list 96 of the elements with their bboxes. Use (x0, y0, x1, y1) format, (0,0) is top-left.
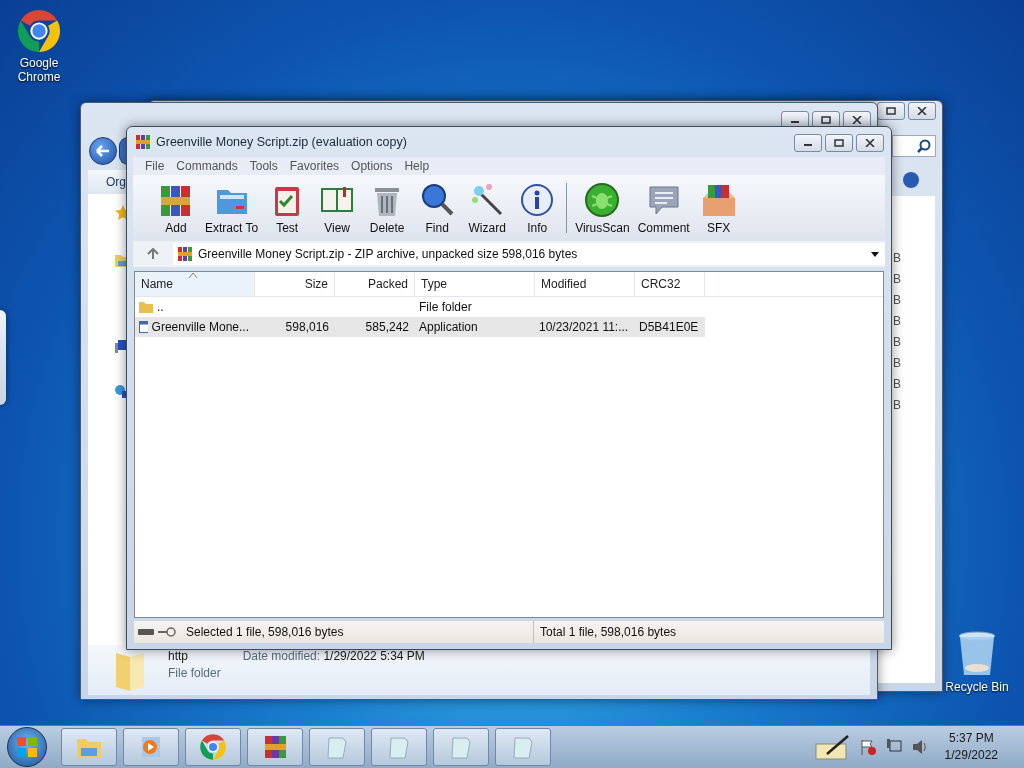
column-header[interactable]: Type (415, 272, 535, 296)
speaker-icon (910, 738, 929, 756)
window-title: Greenville Money Script.zip (evaluation copy) (156, 135, 407, 149)
toolbar-button[interactable]: Extract To (201, 181, 263, 235)
chrome-logo-icon (16, 8, 62, 54)
clock-date: 1/29/2022 (944, 747, 998, 764)
menu-item[interactable]: Options (345, 159, 399, 173)
application-icon (139, 321, 148, 333)
close-button[interactable] (856, 134, 884, 152)
taskbar-button[interactable] (495, 728, 551, 766)
table-cell: 585,242 (365, 320, 409, 334)
maximize-icon (821, 116, 831, 124)
flag-error-icon (858, 738, 877, 756)
close-icon (852, 116, 862, 124)
column-header[interactable]: Size (255, 272, 335, 296)
file-name: http (168, 649, 189, 663)
toolbar-button[interactable]: View (312, 181, 363, 235)
status-text: Total 1 file, 598,016 bytes (539, 625, 677, 639)
close-icon (865, 139, 875, 147)
maximize-button[interactable] (825, 134, 853, 152)
table-cell: Application (419, 320, 478, 334)
taskbar-button[interactable] (247, 728, 303, 766)
status-text: Selected 1 file, 598,016 bytes (185, 625, 344, 639)
taskbar-button[interactable] (61, 728, 117, 766)
magnifier-icon (419, 181, 456, 218)
info-icon (519, 181, 556, 218)
table-cell: D5B41E0E (639, 320, 699, 334)
search-field[interactable] (892, 135, 936, 157)
archive-books-icon (135, 134, 151, 150)
back-button[interactable] (89, 137, 117, 165)
menu-item[interactable]: Tools (243, 159, 284, 173)
taskbar-button[interactable] (185, 728, 241, 766)
toolbar-button[interactable]: Delete (362, 181, 413, 235)
archive-books-icon (177, 246, 193, 262)
taskbar-button[interactable] (371, 728, 427, 766)
column-header[interactable]: Name (135, 272, 255, 296)
organize-menu[interactable]: Org (106, 175, 126, 189)
table-cell: .. (157, 300, 164, 314)
file-row[interactable]: .. File folder (135, 297, 705, 317)
taskbar-button[interactable] (433, 728, 489, 766)
menu-item[interactable]: Commands (170, 159, 244, 173)
drive-icon (138, 628, 154, 636)
toolbar-button[interactable]: VirusScan (571, 181, 634, 235)
toolbar-button[interactable]: Find (412, 181, 463, 235)
size-text: B (893, 272, 901, 285)
maximize-icon (886, 107, 896, 115)
file-row[interactable]: Greenville Mone... 598,016 585,242 Application 10/23/2021 11:... D5B41E0E (135, 317, 705, 337)
desktop-icon-label[interactable]: Recycle Bin (945, 680, 1009, 694)
size-text: B (893, 398, 901, 411)
size-text: B (893, 251, 901, 264)
table-cell: Greenville Mone... (151, 320, 249, 334)
close-icon (917, 107, 927, 115)
maximize-button[interactable] (877, 102, 905, 120)
taskbar-button[interactable] (123, 728, 179, 766)
size-text: B (893, 314, 901, 327)
table-cell: 598,016 (285, 320, 329, 334)
chrome-logo-icon (199, 733, 227, 761)
column-header[interactable]: Modified (535, 272, 635, 296)
size-text: B (893, 293, 901, 306)
toolbar-button[interactable]: Test (262, 181, 313, 235)
key-icon (158, 627, 176, 637)
pen-tablet-icon (814, 734, 851, 760)
size-text: B (893, 335, 901, 348)
date-modified-text: Date modified: 1/29/2022 5:34 PM (242, 649, 425, 663)
size-text: B (893, 377, 901, 390)
table-cell: File folder (419, 300, 472, 314)
windows-logo-icon (16, 736, 38, 758)
address-text: Greenville Money Script.zip - ZIP archive, unpacked size 598,016 bytes (198, 247, 579, 261)
close-button[interactable] (908, 102, 936, 120)
toolbar-button[interactable]: Comment (633, 181, 694, 235)
column-header[interactable]: Packed (335, 272, 415, 296)
up-arrow-icon (147, 248, 159, 260)
menu-item[interactable]: Help (398, 159, 436, 173)
clock-time: 5:37 PM (948, 730, 994, 747)
taskbar-button[interactable] (309, 728, 365, 766)
dropdown-caret-icon (871, 251, 879, 257)
toolbar-button[interactable]: Wizard (462, 181, 513, 235)
toolbar-button[interactable]: SFX (693, 181, 744, 235)
bug-icon (584, 181, 621, 218)
maximize-icon (834, 139, 844, 147)
start-button[interactable] (7, 727, 47, 767)
back-arrow-icon (96, 145, 110, 157)
size-text: B (893, 356, 901, 369)
toolbar-button[interactable]: Add (151, 181, 201, 235)
menu-item[interactable]: Favorites (283, 159, 346, 173)
address-bar[interactable]: Greenville Money Script.zip - ZIP archive, unpacked size 598,016 bytes (173, 243, 885, 265)
toolbar-button[interactable]: Info (512, 181, 563, 235)
desktop-icon-label[interactable]: Google Chrome (7, 56, 71, 84)
recycle-bin-icon (957, 630, 997, 678)
column-header[interactable]: CRC32 (635, 272, 705, 296)
menu-item[interactable]: File (139, 159, 171, 173)
search-icon (917, 139, 931, 153)
folder-icon (139, 301, 153, 313)
minimize-button[interactable] (794, 134, 822, 152)
table-cell: 10/23/2021 11:... (539, 320, 629, 334)
file-type: File folder (168, 666, 221, 680)
